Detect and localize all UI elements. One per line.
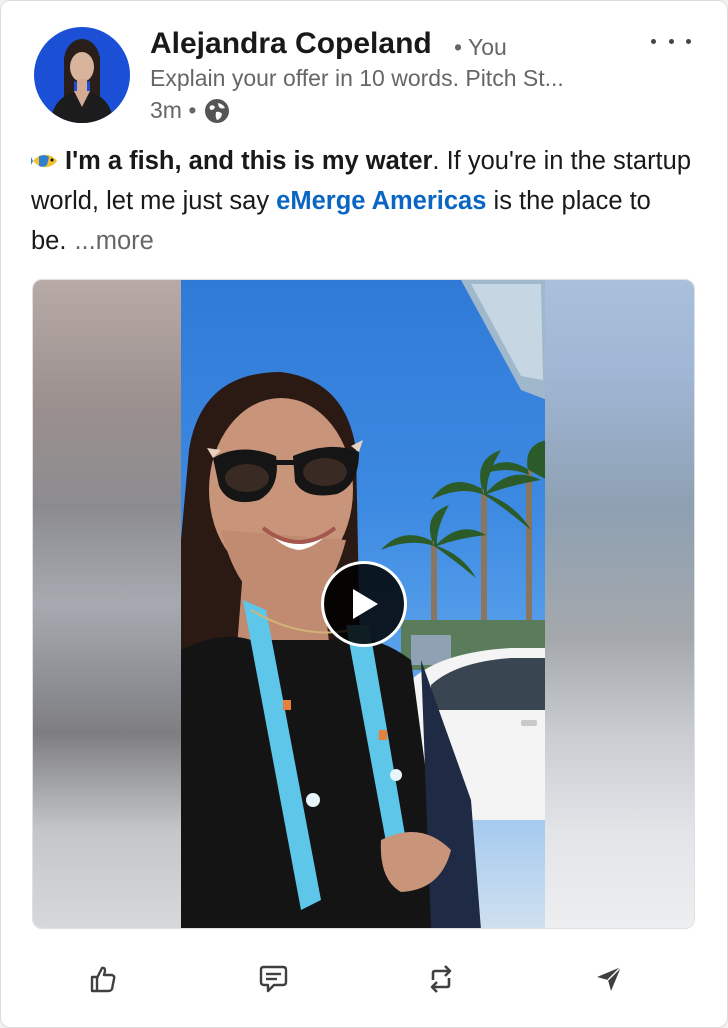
video-blur-right (545, 280, 694, 928)
like-button[interactable] (83, 959, 123, 999)
send-icon (597, 966, 622, 991)
video-blur-left (33, 280, 181, 928)
repost-button[interactable] (421, 959, 461, 999)
post-card: Alejandra Copeland • You Explain your of… (0, 0, 728, 1028)
see-more-link[interactable]: ...more (74, 227, 153, 255)
play-icon (353, 589, 378, 619)
connection-degree: • You (454, 34, 507, 60)
play-button[interactable] (321, 561, 407, 647)
post-bold-text: I'm a fish, and this is my water (65, 147, 433, 175)
post-meta: 3m • (150, 97, 230, 124)
comment-button[interactable] (253, 959, 293, 999)
fish-icon (31, 154, 57, 168)
hashtag-link-emerge[interactable]: eMerge Americas (276, 187, 486, 215)
author-avatar[interactable] (34, 27, 130, 123)
video-player[interactable] (32, 279, 695, 929)
social-actions-bar (1, 941, 727, 1015)
author-headline: Explain your offer in 10 words. Pitch St… (150, 65, 564, 91)
globe-icon (205, 98, 230, 123)
comment-icon (259, 965, 288, 993)
post-timestamp: 3m • (150, 97, 197, 123)
repost-icon (430, 965, 452, 993)
send-button[interactable] (589, 959, 629, 999)
post-text: I'm a fish, and this is my water. If you… (31, 141, 699, 261)
author-name[interactable]: Alejandra Copeland (150, 27, 432, 61)
avatar-photo (34, 27, 130, 123)
like-icon (90, 966, 116, 993)
more-options-icon[interactable] (651, 33, 691, 49)
